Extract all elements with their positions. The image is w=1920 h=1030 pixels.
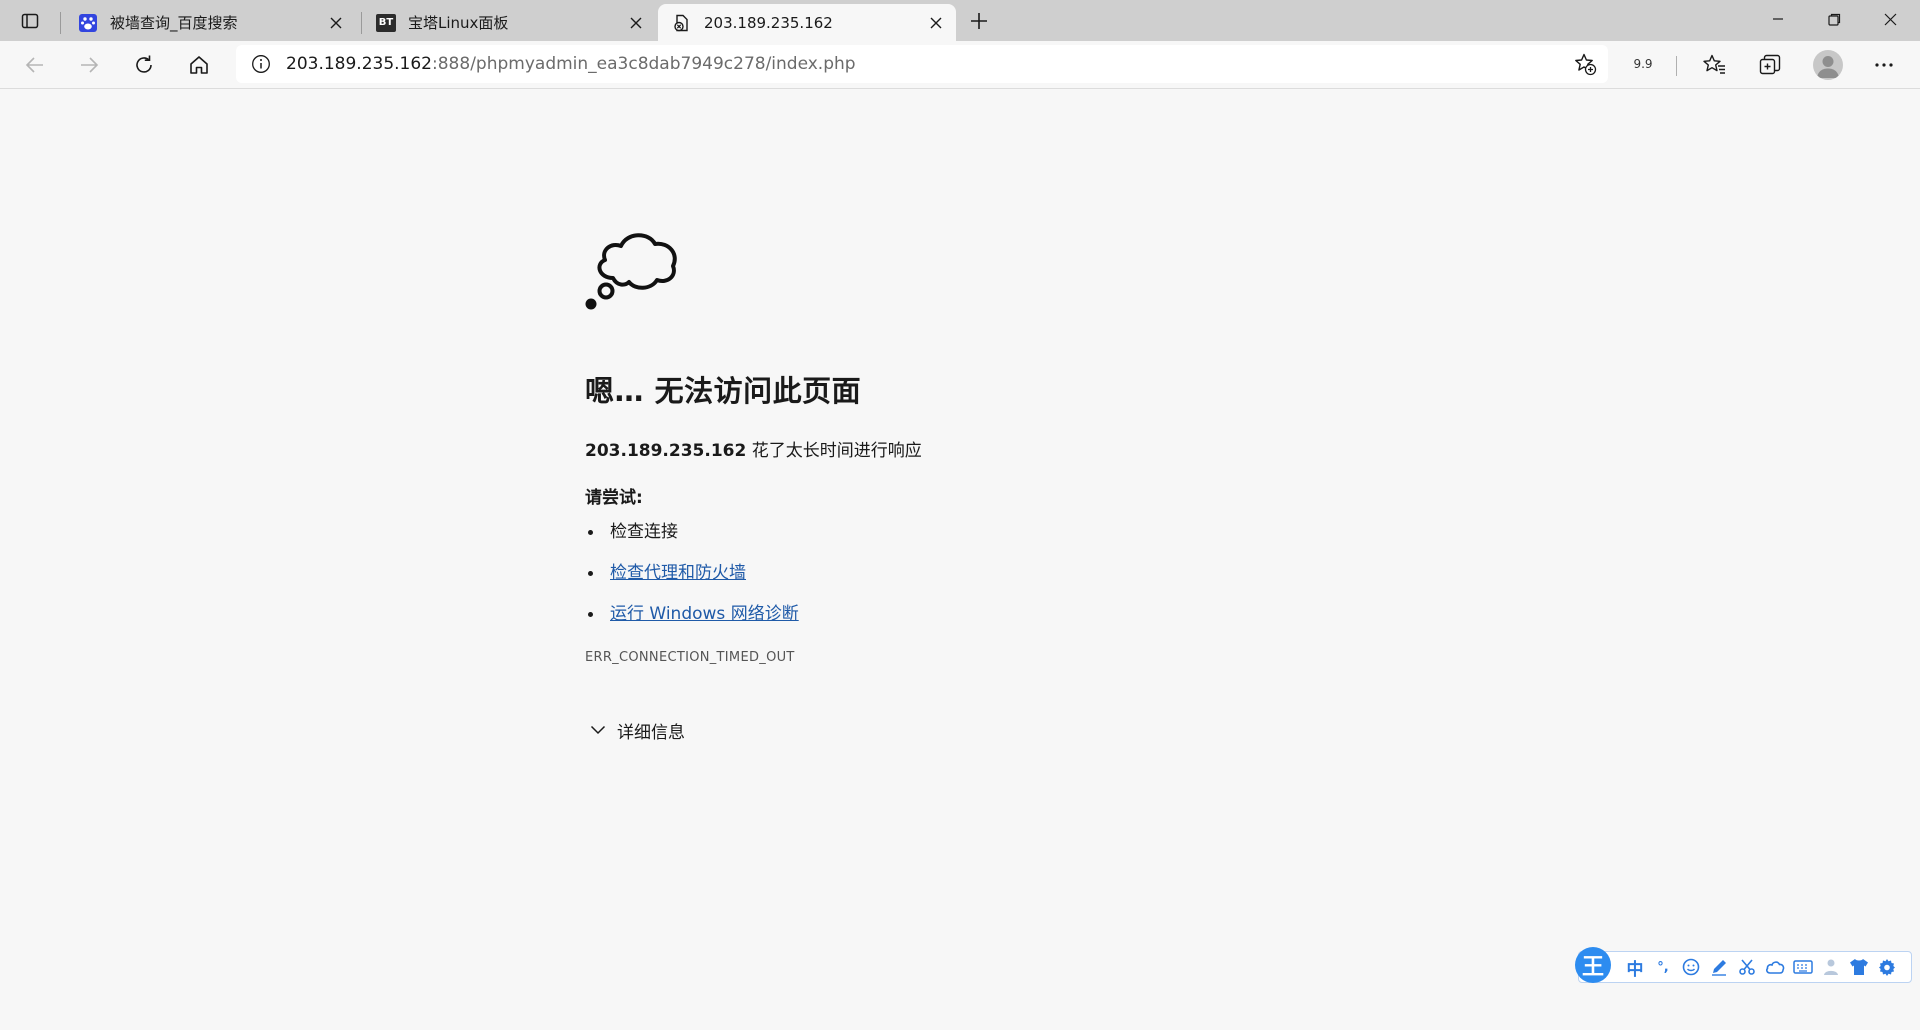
error-page: 嗯… 无法访问此页面 203.189.235.162 花了太长时间进行响应 请尝… xyxy=(585,220,1285,743)
plus-icon xyxy=(971,13,987,29)
try-label: 请尝试: xyxy=(585,488,643,508)
toolbar-divider xyxy=(1676,56,1677,76)
new-tab-button[interactable] xyxy=(962,5,996,37)
minimize-icon xyxy=(1773,18,1783,20)
collections-icon xyxy=(1759,54,1781,75)
home-icon xyxy=(190,56,208,74)
restore-button[interactable] xyxy=(1806,0,1862,38)
baidu-paw-icon xyxy=(78,13,98,33)
emoji-icon[interactable] xyxy=(1677,953,1705,981)
close-window-button[interactable] xyxy=(1862,0,1918,38)
more-dots-icon xyxy=(1875,63,1893,67)
suggestion-check-proxy: 检查代理和防火墙 xyxy=(585,561,1285,602)
ime-punctuation-toggle[interactable]: °, xyxy=(1649,953,1677,981)
close-icon xyxy=(1884,13,1896,25)
forward-button[interactable] xyxy=(70,47,108,83)
error-description-text: 花了太长时间进行响应 xyxy=(746,441,922,461)
close-tab-icon[interactable] xyxy=(324,11,348,35)
tab-separator xyxy=(60,12,61,34)
browser-toolbar: 203.189.235.162:888/phpmyadmin_ea3c8dab7… xyxy=(0,41,1920,89)
details-toggle-button[interactable]: 详细信息 xyxy=(585,717,725,743)
error-description: 203.189.235.162 花了太长时间进行响应 xyxy=(585,436,1285,461)
tab-title: 203.189.235.162 xyxy=(704,13,833,32)
restore-icon xyxy=(1827,13,1840,26)
collections-button[interactable] xyxy=(1751,47,1789,83)
details-label: 详细信息 xyxy=(617,722,685,743)
ime-toolbar: 王 中 °, xyxy=(1575,947,1912,983)
url-path: :888/phpmyadmin_ea3c8dab7949c278/index.p… xyxy=(432,54,856,74)
close-tab-icon[interactable] xyxy=(924,11,948,35)
tab-bt-panel[interactable]: BT 宝塔Linux面板 xyxy=(362,4,656,41)
close-tab-icon[interactable] xyxy=(624,11,648,35)
tab-strip: 被墙查询_百度搜索 BT 宝塔Linux面板 203.189.235.162 xyxy=(0,0,1920,41)
tab-baidu[interactable]: 被墙查询_百度搜索 xyxy=(64,4,356,41)
user-icon[interactable] xyxy=(1817,953,1845,981)
back-button[interactable] xyxy=(16,47,54,83)
thought-cloud-icon xyxy=(585,233,677,310)
home-button[interactable] xyxy=(180,47,218,83)
ime-language-toggle[interactable]: 中 xyxy=(1621,953,1649,981)
favorites-icon xyxy=(1703,54,1725,74)
page-error-icon xyxy=(672,13,692,33)
suggestion-text: 检查连接 xyxy=(610,522,678,542)
tab-actions-icon xyxy=(21,13,39,29)
tab-active-error[interactable]: 203.189.235.162 xyxy=(658,4,956,41)
pen-icon[interactable] xyxy=(1705,953,1733,981)
tab-actions-button[interactable] xyxy=(12,6,48,36)
profile-avatar[interactable] xyxy=(1813,50,1843,80)
keyboard-icon[interactable] xyxy=(1789,953,1817,981)
error-host: 203.189.235.162 xyxy=(585,441,747,461)
refresh-button[interactable] xyxy=(125,47,163,83)
settings-more-button[interactable] xyxy=(1865,47,1903,83)
cloud-icon[interactable] xyxy=(1761,953,1789,981)
back-arrow-icon xyxy=(25,57,43,73)
tab-title: 宝塔Linux面板 xyxy=(408,14,509,32)
gear-icon[interactable] xyxy=(1873,953,1901,981)
site-info-icon[interactable] xyxy=(250,53,272,75)
check-proxy-firewall-link[interactable]: 检查代理和防火墙 xyxy=(610,563,746,583)
forward-arrow-icon xyxy=(81,57,99,73)
suggestion-check-connection: 检查连接 xyxy=(585,520,1285,561)
shirt-icon[interactable] xyxy=(1845,953,1873,981)
chevron-down-icon xyxy=(587,719,609,741)
bt-icon: BT xyxy=(376,13,396,33)
suggestion-list: 检查连接 检查代理和防火墙 运行 Windows 网络诊断 xyxy=(585,520,1285,643)
user-avatar-icon xyxy=(1817,56,1839,78)
refresh-icon xyxy=(136,55,152,73)
tab-title: 被墙查询_百度搜索 xyxy=(110,14,238,32)
ime-logo[interactable]: 王 xyxy=(1575,947,1611,983)
favorites-button[interactable] xyxy=(1695,47,1733,83)
url-host: 203.189.235.162 xyxy=(286,54,433,74)
url-text[interactable]: 203.189.235.162:888/phpmyadmin_ea3c8dab7… xyxy=(286,54,856,74)
error-title: 嗯… 无法访问此页面 xyxy=(585,374,862,408)
address-bar[interactable]: 203.189.235.162:888/phpmyadmin_ea3c8dab7… xyxy=(236,45,1608,83)
minimize-button[interactable] xyxy=(1750,0,1806,38)
suggestion-run-diagnostics: 运行 Windows 网络诊断 xyxy=(585,602,1285,643)
add-favorite-icon[interactable] xyxy=(1572,51,1598,77)
run-network-diagnostics-link[interactable]: 运行 Windows 网络诊断 xyxy=(610,604,799,624)
scissors-icon[interactable] xyxy=(1733,953,1761,981)
toolbar-readout[interactable]: 9.9 xyxy=(1624,57,1662,71)
error-code: ERR_CONNECTION_TIMED_OUT xyxy=(585,650,795,665)
